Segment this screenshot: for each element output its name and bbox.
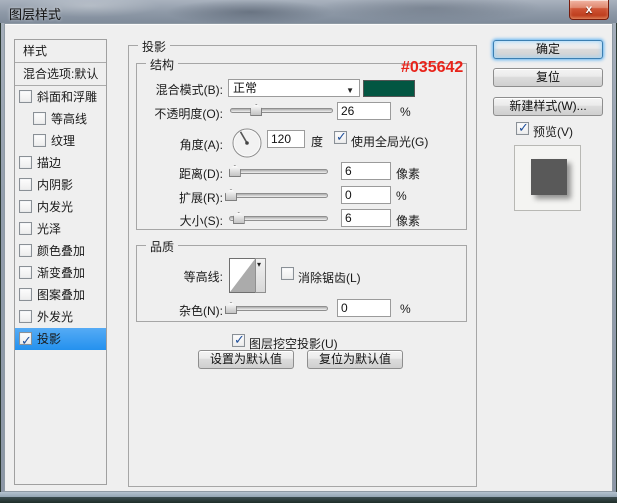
sidebar-item-1[interactable]: 等高线 bbox=[15, 108, 106, 130]
ok-button[interactable]: 确定 bbox=[493, 40, 603, 59]
style-preview-thumbnail bbox=[514, 145, 581, 211]
sidebar-item-7[interactable]: 颜色叠加 bbox=[15, 240, 106, 262]
sidebar-item-checkbox[interactable] bbox=[19, 200, 32, 213]
opacity-field[interactable]: 26 bbox=[337, 102, 391, 120]
sidebar-item-0[interactable]: 斜面和浮雕 bbox=[15, 86, 106, 108]
sidebar-item-checkbox[interactable] bbox=[19, 266, 32, 279]
drop-shadow-group-title: 投影 bbox=[138, 38, 171, 55]
sidebar-item-6[interactable]: 光泽 bbox=[15, 218, 106, 240]
global-light-label: 使用全局光(G) bbox=[351, 135, 429, 149]
global-light-checkbox[interactable] bbox=[334, 129, 347, 145]
distance-label: 距离(D): bbox=[179, 167, 223, 181]
knockout-checkbox[interactable] bbox=[232, 332, 245, 348]
sidebar-item-label: 图案叠加 bbox=[37, 288, 86, 302]
sidebar-item-label: 外发光 bbox=[37, 310, 74, 324]
noise-unit: % bbox=[400, 302, 411, 316]
sidebar-item-label: 等高线 bbox=[51, 112, 88, 126]
contour-label: 等高线: bbox=[183, 270, 223, 284]
sidebar-item-styles[interactable]: 样式 bbox=[15, 40, 106, 63]
sidebar-item-8[interactable]: 渐变叠加 bbox=[15, 262, 106, 284]
size-field[interactable]: 6 bbox=[341, 209, 391, 227]
spread-field[interactable]: 0 bbox=[341, 186, 391, 204]
anti-alias-checkbox[interactable] bbox=[281, 267, 294, 280]
reset-default-button[interactable]: 复位为默认值 bbox=[307, 350, 403, 369]
sidebar-item-4[interactable]: 内阴影 bbox=[15, 174, 106, 196]
reset-button[interactable]: 复位 bbox=[493, 68, 603, 87]
sidebar-item-checkbox[interactable] bbox=[19, 222, 32, 235]
sidebar-effect-list: 斜面和浮雕等高线纹理描边内阴影内发光光泽颜色叠加渐变叠加图案叠加外发光投影 bbox=[15, 86, 106, 352]
sidebar-item-label: 内发光 bbox=[37, 200, 74, 214]
blend-mode-select[interactable]: 正常 ▼ bbox=[228, 79, 360, 97]
sidebar-item-5[interactable]: 内发光 bbox=[15, 196, 106, 218]
noise-label: 杂色(N): bbox=[179, 304, 223, 318]
sidebar-item-checkbox[interactable] bbox=[19, 330, 32, 352]
size-label: 大小(S): bbox=[179, 214, 223, 228]
spread-slider[interactable] bbox=[224, 189, 328, 201]
anti-alias-label: 消除锯齿(L) bbox=[298, 271, 361, 285]
shadow-color-swatch[interactable] bbox=[363, 80, 415, 97]
angle-unit: 度 bbox=[311, 135, 324, 149]
make-default-button[interactable]: 设置为默认值 bbox=[198, 350, 294, 369]
sidebar-item-label: 颜色叠加 bbox=[37, 244, 86, 258]
window-border-bottom-dark bbox=[0, 497, 617, 503]
close-icon[interactable]: x bbox=[569, 0, 609, 20]
sidebar-item-label: 内阴影 bbox=[37, 178, 74, 192]
sidebar-item-3[interactable]: 描边 bbox=[15, 152, 106, 174]
distance-field[interactable]: 6 bbox=[341, 162, 391, 180]
sidebar-item-label: 投影 bbox=[37, 332, 62, 346]
angle-dial[interactable] bbox=[231, 127, 263, 159]
sidebar-item-label: 描边 bbox=[37, 156, 62, 170]
spread-label: 扩展(R): bbox=[179, 191, 223, 205]
layer-style-dialog: 图层样式 x 样式 混合选项:默认 斜面和浮雕等高线纹理描边内阴影内发光光泽颜色… bbox=[0, 0, 617, 503]
sidebar-item-label: 渐变叠加 bbox=[37, 266, 86, 280]
opacity-slider[interactable] bbox=[230, 104, 333, 116]
styles-sidebar: 样式 混合选项:默认 斜面和浮雕等高线纹理描边内阴影内发光光泽颜色叠加渐变叠加图… bbox=[14, 39, 107, 485]
sidebar-item-checkbox[interactable] bbox=[19, 310, 32, 323]
window-title: 图层样式 bbox=[9, 7, 62, 22]
blend-mode-value: 正常 bbox=[233, 81, 258, 95]
spread-unit: % bbox=[396, 189, 407, 203]
sidebar-item-10[interactable]: 外发光 bbox=[15, 306, 106, 328]
sidebar-item-11[interactable]: 投影 bbox=[15, 328, 106, 352]
sidebar-item-checkbox[interactable] bbox=[33, 112, 46, 125]
new-style-button[interactable]: 新建样式(W)... bbox=[493, 97, 603, 116]
sidebar-item-blending-options[interactable]: 混合选项:默认 bbox=[15, 63, 106, 86]
preview-checkbox[interactable] bbox=[516, 120, 529, 136]
size-unit: 像素 bbox=[396, 214, 421, 228]
angle-label: 角度(A): bbox=[179, 138, 223, 152]
sidebar-item-checkbox[interactable] bbox=[19, 244, 32, 257]
sidebar-item-checkbox[interactable] bbox=[33, 134, 46, 147]
sidebar-item-label: 纹理 bbox=[51, 134, 76, 148]
size-slider[interactable] bbox=[229, 212, 328, 224]
blend-mode-label: 混合模式(B): bbox=[155, 83, 223, 97]
sidebar-item-checkbox[interactable] bbox=[19, 90, 32, 103]
sidebar-item-label: 斜面和浮雕 bbox=[37, 90, 98, 104]
contour-thumbnail[interactable] bbox=[229, 258, 256, 293]
structure-group-title: 结构 bbox=[146, 56, 179, 73]
sidebar-item-checkbox[interactable] bbox=[19, 178, 32, 191]
preview-label: 预览(V) bbox=[533, 125, 573, 139]
preview-shadow-square bbox=[531, 159, 567, 195]
quality-group-title: 品质 bbox=[146, 238, 179, 255]
noise-slider[interactable] bbox=[224, 302, 328, 314]
sidebar-item-label: 光泽 bbox=[37, 222, 62, 236]
opacity-label: 不透明度(O): bbox=[154, 107, 223, 121]
noise-field[interactable]: 0 bbox=[337, 299, 391, 317]
opacity-unit: % bbox=[400, 105, 411, 119]
titlebar[interactable]: 图层样式 x bbox=[0, 0, 617, 23]
distance-slider[interactable] bbox=[228, 165, 328, 177]
sidebar-item-checkbox[interactable] bbox=[19, 156, 32, 169]
sidebar-item-2[interactable]: 纹理 bbox=[15, 130, 106, 152]
distance-unit: 像素 bbox=[396, 167, 421, 181]
chevron-down-icon: ▼ bbox=[346, 86, 354, 95]
sidebar-item-checkbox[interactable] bbox=[19, 288, 32, 301]
color-hex-annotation: #035642 bbox=[401, 59, 464, 76]
angle-field[interactable]: 120 bbox=[267, 130, 305, 148]
sidebar-item-9[interactable]: 图案叠加 bbox=[15, 284, 106, 306]
contour-picker-arrow[interactable] bbox=[255, 258, 266, 293]
